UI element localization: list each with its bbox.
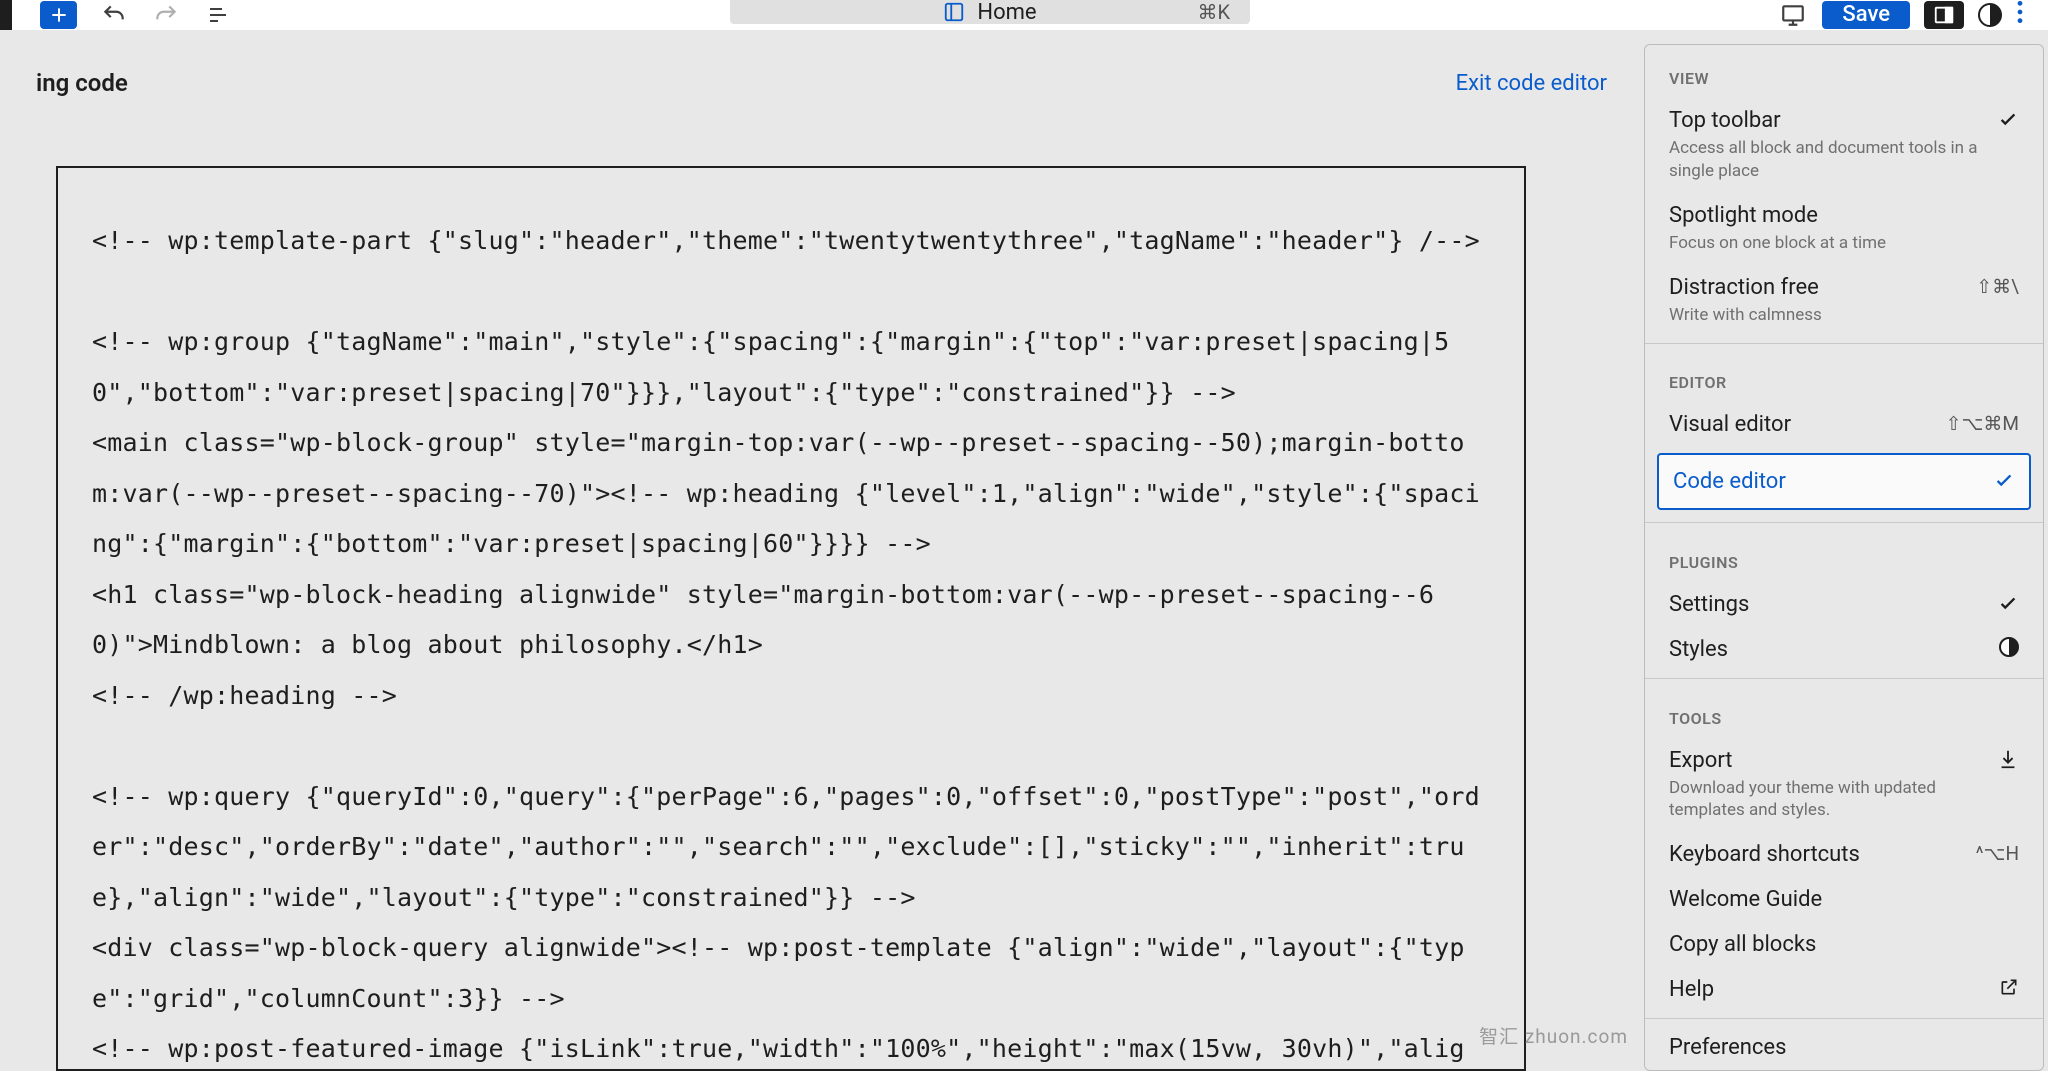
- divider: [1645, 678, 2043, 679]
- undo-icon: [101, 2, 127, 28]
- menu-copy-all-blocks[interactable]: Copy all blocks: [1645, 922, 2043, 967]
- menu-keyboard-shortcuts[interactable]: Keyboard shortcuts ^⌥H: [1645, 832, 2043, 877]
- menu-label: Visual editor: [1669, 412, 1934, 437]
- shortcut-label: ⇧⌥⌘M: [1946, 412, 2019, 435]
- menu-visual-editor[interactable]: Visual editor ⇧⌥⌘M: [1645, 402, 2043, 447]
- menu-distraction-free[interactable]: Distraction free Write with calmness ⇧⌘\: [1645, 265, 2043, 337]
- menu-label: Help: [1669, 977, 1979, 1002]
- menu-desc: Download your theme with updated templat…: [1669, 777, 1979, 823]
- options-menu-button[interactable]: [2016, 0, 2024, 31]
- section-tools: TOOLS: [1645, 685, 2043, 738]
- document-bar[interactable]: Home ⌘K: [730, 0, 1250, 24]
- menu-desc: Focus on one block at a time: [1669, 232, 1979, 255]
- redo-button[interactable]: [151, 0, 181, 30]
- save-label: Save: [1842, 2, 1890, 27]
- menu-top-toolbar[interactable]: Top toolbar Access all block and documen…: [1645, 98, 2043, 193]
- menu-welcome-guide[interactable]: Welcome Guide: [1645, 877, 2043, 922]
- styles-toggle[interactable]: [1978, 3, 2002, 27]
- external-icon: [1999, 977, 2019, 997]
- shortcut-label: ^⌥H: [1976, 842, 2019, 865]
- menu-preferences[interactable]: Preferences: [1645, 1025, 2043, 1070]
- section-view: VIEW: [1645, 45, 2043, 98]
- menu-settings[interactable]: Settings: [1645, 582, 2043, 627]
- command-shortcut: ⌘K: [1197, 0, 1230, 24]
- check-icon: [1997, 108, 2019, 130]
- toolbar-left: [12, 0, 233, 30]
- redo-icon: [153, 2, 179, 28]
- menu-label: Welcome Guide: [1669, 887, 1979, 912]
- plus-icon: [49, 5, 69, 25]
- save-button[interactable]: Save: [1822, 1, 1910, 29]
- menu-spotlight[interactable]: Spotlight mode Focus on one block at a t…: [1645, 193, 2043, 265]
- template-title-label: Home: [977, 0, 1036, 25]
- menu-help[interactable]: Help: [1645, 967, 2043, 1012]
- document-overview-button[interactable]: [203, 0, 233, 30]
- section-plugins: PLUGINS: [1645, 529, 2043, 582]
- menu-label: Export: [1669, 748, 1979, 773]
- menu-code-editor[interactable]: Code editor: [1657, 453, 2031, 510]
- menu-styles[interactable]: Styles: [1645, 627, 2043, 672]
- settings-panel-toggle[interactable]: [1924, 1, 1964, 29]
- template-title: Home: [943, 0, 1036, 25]
- view-button[interactable]: [1778, 0, 1808, 30]
- menu-label: Top toolbar: [1669, 108, 1979, 133]
- desktop-icon: [1780, 2, 1806, 28]
- menu-label: Keyboard shortcuts: [1669, 842, 1964, 867]
- add-block-button[interactable]: [40, 1, 77, 29]
- divider: [1645, 343, 2043, 344]
- exit-code-editor-button[interactable]: Exit code editor: [1456, 71, 1607, 96]
- top-toolbar: Home ⌘K Save: [0, 0, 2048, 30]
- menu-desc: Write with calmness: [1669, 304, 1964, 327]
- code-editor-header: ing code Exit code editor: [0, 46, 1643, 120]
- code-editor-frame: [56, 166, 1526, 1071]
- divider: [1645, 522, 2043, 523]
- kebab-icon: [2016, 0, 2024, 25]
- download-icon: [1997, 748, 2019, 770]
- menu-label: Spotlight mode: [1669, 203, 1979, 228]
- half-circle-icon: [1999, 637, 2019, 657]
- sidebar-icon: [1933, 4, 1955, 26]
- menu-label: Copy all blocks: [1669, 932, 1979, 957]
- shortcut-label: ⇧⌘\: [1976, 275, 2019, 298]
- undo-button[interactable]: [99, 0, 129, 30]
- menu-label: Preferences: [1669, 1035, 1979, 1060]
- code-textarea[interactable]: [58, 168, 1524, 1069]
- menu-label: Distraction free: [1669, 275, 1964, 300]
- section-editor: EDITOR: [1645, 349, 2043, 402]
- options-dropdown: VIEW Top toolbar Access all block and do…: [1644, 44, 2044, 1071]
- site-handle[interactable]: [0, 0, 12, 30]
- list-icon: [206, 3, 230, 27]
- menu-desc: Access all block and document tools in a…: [1669, 137, 1979, 183]
- menu-label: Code editor: [1673, 469, 1975, 494]
- divider: [1645, 1018, 2043, 1019]
- menu-label: Settings: [1669, 592, 1979, 617]
- layout-icon: [943, 1, 965, 23]
- half-circle-icon: [1978, 3, 2002, 27]
- toolbar-right: Save: [1778, 0, 2048, 30]
- check-icon: [1997, 592, 2019, 614]
- menu-label: Styles: [1669, 637, 1979, 662]
- code-editor-title: ing code: [36, 69, 128, 97]
- check-icon: [1993, 469, 2015, 491]
- menu-export[interactable]: Export Download your theme with updated …: [1645, 738, 2043, 833]
